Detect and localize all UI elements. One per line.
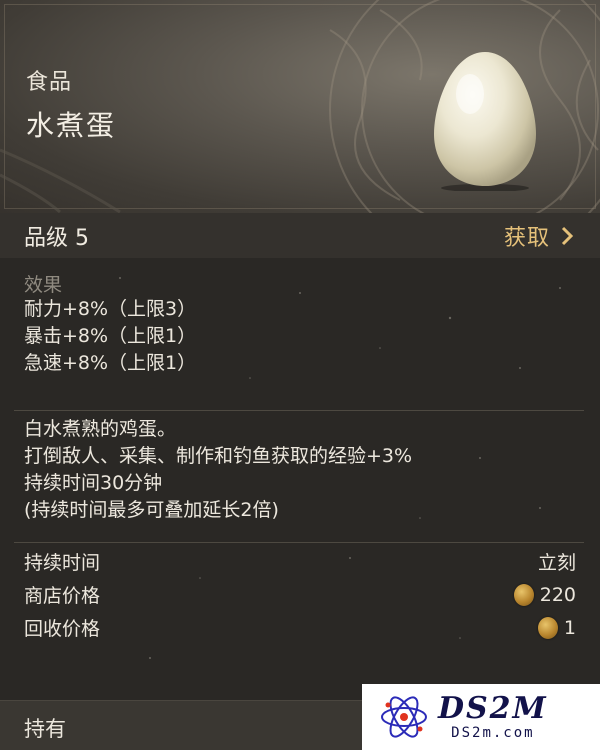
item-details: 效果 耐力+8%（上限3） 暴击+8%（上限1） 急速+8%（上限1） 白水煮熟… [0, 258, 600, 750]
item-name: 水煮蛋 [26, 109, 117, 142]
grade-bar: 品级 5 获取 [0, 213, 600, 259]
item-description: 白水煮熟的鸡蛋。 打倒敌人、采集、制作和钓鱼获取的经验+3% 持续时间30分钟 … [24, 416, 412, 524]
atom-logo-icon [381, 696, 427, 738]
effects-list: 耐力+8%（上限3） 暴击+8%（上限1） 急速+8%（上限1） [24, 296, 196, 377]
item-grade: 品级 5 [24, 225, 89, 251]
held-label: 持有 [24, 717, 66, 741]
gold-coin-icon [537, 616, 558, 639]
stat-label: 持续时间 [24, 552, 101, 574]
effect-line: 耐力+8%（上限3） [24, 298, 197, 320]
stat-value-text: 1 [563, 616, 576, 639]
watermark-url: DS2m.com [451, 725, 535, 741]
stat-row-sell-price: 回收价格 1 [24, 611, 576, 644]
stat-value: 1 [537, 616, 576, 639]
effect-line: 急速+8%（上限1） [24, 352, 197, 374]
watermark-brand: DS2M [438, 691, 548, 726]
stat-label: 回收价格 [24, 618, 101, 640]
stat-label: 商店价格 [24, 585, 101, 607]
stat-value-text: 立刻 [537, 552, 576, 574]
divider [14, 542, 584, 543]
stat-row-duration: 持续时间 立刻 [24, 545, 576, 578]
description-line: 白水煮熟的鸡蛋。 [24, 418, 177, 440]
item-category: 食品 [26, 70, 73, 95]
divider [14, 410, 584, 411]
item-tooltip-card: 食品 水煮蛋 品级 5 获取 效果 耐力+8%（上限3） 暴击+8%（上限1） … [0, 0, 600, 750]
acquire-button[interactable]: 获取 [504, 220, 574, 252]
item-header: 食品 水煮蛋 [0, 0, 600, 215]
acquire-label: 获取 [503, 225, 550, 251]
description-line: 打倒敌人、采集、制作和钓鱼获取的经验+3% [24, 445, 413, 467]
stat-value: 立刻 [538, 548, 576, 575]
effects-title: 效果 [24, 274, 63, 296]
chevron-right-icon [561, 226, 574, 245]
boiled-egg-icon [434, 52, 536, 191]
watermark-text: DS2M DS2m.com [438, 691, 548, 742]
stat-value-text: 220 [539, 583, 576, 606]
stat-value: 220 [513, 583, 576, 606]
stat-row-shop-price: 商店价格 220 [24, 578, 576, 611]
effect-line: 暴击+8%（上限1） [24, 325, 197, 347]
description-line: (持续时间最多可叠加延长2倍) [24, 499, 279, 521]
gold-coin-icon [513, 583, 534, 606]
site-watermark: DS2M DS2m.com [362, 684, 600, 750]
stats-list: 持续时间 立刻 商店价格 220 回收价格 1 [24, 545, 576, 644]
description-line: 持续时间30分钟 [24, 472, 163, 494]
